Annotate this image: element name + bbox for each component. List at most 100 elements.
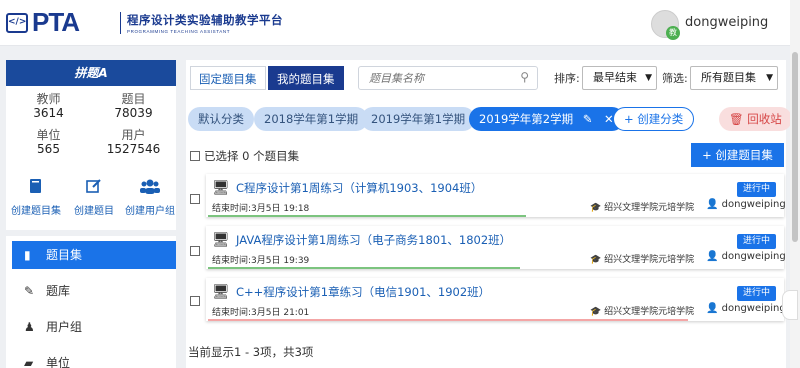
school-label: 🎓 绍兴文理学院元培学院 [590, 255, 695, 265]
stat-value: 3614 [33, 106, 64, 120]
status-badge: 进行中 [736, 286, 776, 301]
table-row[interactable]: 🖥 C++程序设计第1章练习（电信1901、1902班） 结束时间:3月5日 2… [206, 278, 786, 321]
row-checkbox[interactable] [190, 194, 200, 204]
problem-set-title[interactable]: C++程序设计第1章练习（电信1901、1902班） [236, 284, 490, 300]
owner-name: dongweiping [721, 303, 786, 314]
owner-label: 👤 dongweiping [706, 199, 786, 210]
chip-2018-term1[interactable]: 2018学年第1学期 [254, 107, 369, 131]
table-row[interactable]: 🖥 C程序设计第1周练习（计算机1903、1904班） 结束时间:3月5日 19… [206, 174, 786, 217]
progress-bar [208, 319, 688, 321]
users-icon [120, 178, 180, 198]
sidebar-item-user-groups[interactable]: ♟ 用户组 [12, 313, 176, 341]
code-icon: </> [6, 13, 28, 33]
username[interactable]: dongweiping [685, 15, 768, 30]
stat-value: 565 [37, 142, 60, 156]
filter-select[interactable]: 所有题目集 ▼ [690, 66, 778, 90]
book-icon [6, 178, 66, 198]
nav-label: 题库 [46, 284, 71, 298]
sidebar-item-units[interactable]: ▰ 单位 [12, 349, 176, 368]
end-time: 结束时间:3月5日 19:18 [212, 204, 310, 214]
stats-card: 拼题A 教师 3614 题目 78039 单位 565 用户 1527546 创… [6, 60, 176, 230]
tab-fixed-sets[interactable]: 固定题目集 [190, 66, 266, 90]
quick-action-label: 创建题目 [74, 206, 114, 217]
trash-icon: 🗑 [729, 112, 744, 126]
filter-label: 筛选: [662, 72, 688, 85]
nav-label: 用户组 [46, 320, 83, 334]
pagination-info: 当前显示1 - 3项，共3项 [188, 345, 314, 359]
school-name: 绍兴文理学院元培学院 [604, 255, 695, 265]
nav-label: 单位 [46, 356, 71, 368]
end-time: 结束时间:3月5日 21:01 [212, 308, 310, 318]
brand: 程序设计类实验辅助教学平台 PROGRAMMING TEACHING ASSIS… [120, 12, 283, 34]
plus-icon: + [624, 112, 634, 126]
search-icon[interactable]: ⚲ [520, 70, 529, 84]
create-problem-set-action[interactable]: 创建题目集 [6, 178, 66, 217]
logo-text: PTA [32, 7, 80, 37]
filter-value: 所有题目集 [701, 71, 756, 84]
search-box: ⚲ [358, 66, 538, 90]
school-label: 🎓 绍兴文理学院元培学院 [590, 203, 695, 213]
problem-set-title[interactable]: JAVA程序设计第1周练习（电子商务1801、1802班） [236, 232, 511, 248]
owner-label: 👤 dongweiping [706, 251, 786, 262]
top-header: </> PTA 程序设计类实验辅助教学平台 PROGRAMMING TEACHI… [0, 0, 800, 46]
stat-label: 单位 [36, 128, 61, 142]
monitor-icon: 🖥 [212, 180, 230, 196]
chip-default[interactable]: 默认分类 [188, 107, 254, 131]
search-input[interactable] [369, 70, 509, 86]
monitor-icon: 🖥 [212, 232, 230, 248]
create-set-label: 创建题目集 [715, 148, 773, 162]
feedback-tab[interactable] [782, 290, 798, 320]
progress-bar [208, 267, 521, 269]
quick-action-label: 创建题目集 [11, 206, 61, 217]
sort-select[interactable]: 最早结束 ▼ [582, 66, 657, 90]
edit-icon [64, 178, 124, 198]
sidebar-item-problem-sets[interactable]: ▮ 题目集 [12, 241, 176, 269]
row-checkbox[interactable] [190, 296, 200, 306]
tab-my-sets[interactable]: 我的题目集 [268, 66, 344, 90]
stat-problems: 题目 78039 [91, 92, 176, 121]
school-name: 绍兴文理学院元培学院 [604, 203, 695, 213]
end-time: 结束时间:3月5日 19:39 [212, 256, 310, 266]
table-row[interactable]: 🖥 JAVA程序设计第1周练习（电子商务1801、1802班） 结束时间:3月5… [206, 226, 786, 269]
stat-value: 1527546 [106, 142, 161, 156]
nav-label: 题目集 [46, 248, 83, 262]
scroll-thumb[interactable] [792, 52, 798, 242]
school-name: 绍兴文理学院元培学院 [604, 307, 695, 317]
status-badge: 进行中 [736, 182, 776, 197]
owner-name: dongweiping [721, 251, 786, 262]
stat-label: 题目 [121, 92, 146, 106]
stat-label: 用户 [121, 128, 146, 142]
progress-bar [208, 215, 526, 217]
create-category-button[interactable]: + 创建分类 [613, 107, 695, 131]
caret-down-icon: ▼ [766, 73, 773, 83]
select-all-checkbox[interactable] [190, 151, 200, 161]
chip-2019-term2[interactable]: 2019学年第2学期 ✎ ✕ [469, 107, 624, 131]
create-user-group-action[interactable]: 创建用户组 [120, 178, 180, 217]
owner-name: dongweiping [721, 199, 786, 210]
school-label: 🎓 绍兴文理学院元培学院 [590, 307, 695, 317]
caret-down-icon: ▼ [645, 73, 652, 83]
owner-label: 👤 dongweiping [706, 303, 786, 314]
selected-count: 已选择 0 个题目集 [204, 149, 300, 163]
create-category-label: 创建分类 [637, 112, 684, 126]
row-checkbox[interactable] [190, 246, 200, 256]
chip-2019-term1[interactable]: 2019学年第1学期 [361, 107, 476, 131]
status-badge: 进行中 [736, 234, 776, 249]
recycle-bin-label: 回收站 [747, 112, 782, 126]
create-problem-set-button[interactable]: + 创建题目集 [691, 143, 784, 167]
stat-users: 用户 1527546 [91, 128, 176, 157]
brand-title: 程序设计类实验辅助教学平台 [127, 13, 283, 27]
recycle-bin-button[interactable]: 🗑 回收站 [719, 107, 792, 131]
sort-label: 排序: [554, 72, 580, 85]
pencil-icon[interactable]: ✎ [583, 112, 593, 126]
problem-set-title[interactable]: C程序设计第1周练习（计算机1903、1904班） [236, 180, 482, 196]
main-panel: 固定题目集 我的题目集 ⚲ 排序: 最早结束 ▼ 筛选: 所有题目集 ▼ 默认分… [186, 60, 792, 368]
users-icon: ♟ [24, 320, 35, 334]
create-problem-action[interactable]: 创建题目 [64, 178, 124, 217]
stat-value: 78039 [114, 106, 153, 120]
sidebar-item-problem-bank[interactable]: ✎ 题库 [12, 277, 176, 305]
stat-label: 教师 [36, 92, 61, 106]
quick-action-label: 创建用户组 [125, 206, 175, 217]
monitor-icon: 🖥 [212, 284, 230, 300]
pta-logo[interactable]: </> PTA [6, 7, 136, 39]
